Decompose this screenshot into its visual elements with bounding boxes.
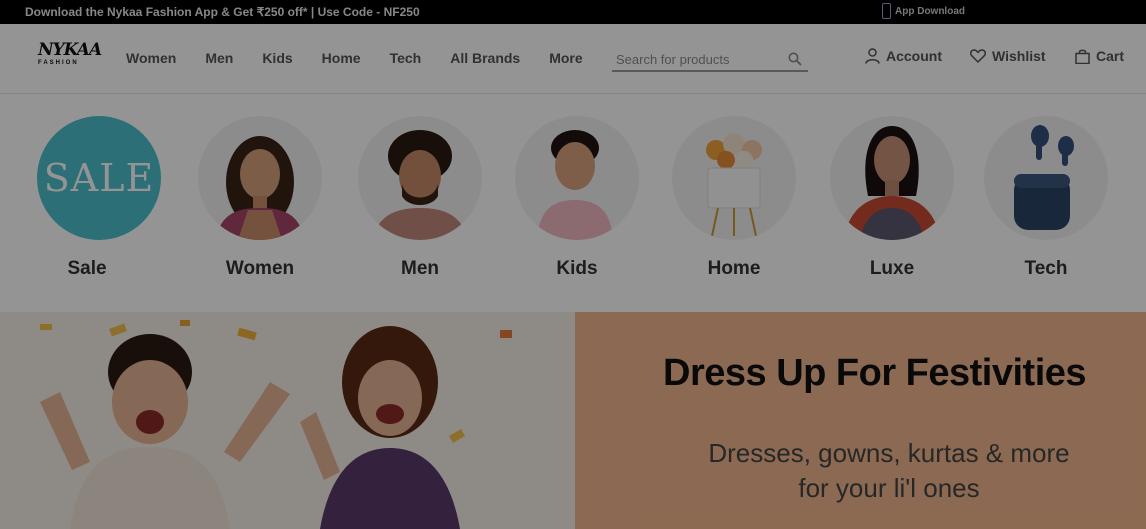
category-row: SALE Sale Women Men Kids Home Luxe Tech <box>0 94 1146 312</box>
nykaa-fashion-logo[interactable]: NYKAA FASHION <box>38 40 102 74</box>
nav-item-more[interactable]: More <box>549 50 582 66</box>
category-label: Luxe <box>869 258 915 279</box>
home-category-image <box>672 116 796 240</box>
kids-category-image <box>515 116 639 240</box>
category-label: Tech <box>1024 258 1068 279</box>
men-category-image <box>358 116 482 240</box>
category-tech[interactable]: Tech <box>984 116 1108 280</box>
category-luxe[interactable]: Luxe <box>830 116 954 280</box>
search-input[interactable] <box>616 49 776 69</box>
nav-item-tech[interactable]: Tech <box>390 50 422 66</box>
app-download-link[interactable]: App Download <box>882 3 965 19</box>
banner-kids-image <box>0 312 575 529</box>
category-men[interactable]: Men <box>358 116 482 280</box>
phone-icon <box>882 3 891 19</box>
luxe-category-image <box>830 116 954 240</box>
festive-banner[interactable]: Dress Up For Festivities Dresses, gowns,… <box>0 312 1146 529</box>
logo-subtext: FASHION <box>38 60 79 66</box>
category-label: Sale <box>67 258 107 279</box>
category-kids[interactable]: Kids <box>515 116 639 280</box>
user-icon <box>865 48 880 64</box>
app-download-label: App Download <box>895 5 965 17</box>
search-bar <box>612 46 808 72</box>
logo-wordmark: NYKAA <box>38 40 102 60</box>
account-button[interactable]: Account <box>865 48 942 64</box>
nav-item-women[interactable]: Women <box>126 50 176 66</box>
sale-circle-text: SALE <box>43 156 155 200</box>
shopping-bag-icon <box>1075 49 1090 64</box>
category-label: Men <box>401 258 439 279</box>
nav-item-kids[interactable]: Kids <box>262 50 292 66</box>
category-label: Kids <box>556 258 598 279</box>
heart-icon <box>970 49 986 63</box>
banner-title: Dress Up For Festivities <box>663 352 1087 394</box>
sale-circle-image: SALE <box>37 116 161 240</box>
promo-text[interactable]: Download the Nykaa Fashion App & Get ₹25… <box>25 5 420 19</box>
account-label: Account <box>886 48 942 64</box>
banner-subtitle-line2: for your li'l ones <box>798 473 980 503</box>
nav-item-all-brands[interactable]: All Brands <box>450 50 520 66</box>
tech-category-image <box>984 116 1108 240</box>
category-label: Home <box>707 258 761 279</box>
nav-item-men[interactable]: Men <box>205 50 233 66</box>
nav-item-home[interactable]: Home <box>322 50 361 66</box>
category-label: Women <box>225 258 295 279</box>
category-sale[interactable]: SALE Sale <box>37 116 161 280</box>
banner-subtitle: Dresses, gowns, kurtas & more for your l… <box>639 436 1139 506</box>
women-category-image <box>198 116 322 240</box>
main-nav: Women Men Kids Home Tech All Brands More <box>126 50 612 66</box>
promo-bar: Download the Nykaa Fashion App & Get ₹25… <box>0 0 1146 24</box>
page: Download the Nykaa Fashion App & Get ₹25… <box>0 0 1146 529</box>
cart-button[interactable]: Cart <box>1075 48 1124 64</box>
category-home[interactable]: Home <box>672 116 796 280</box>
wishlist-label: Wishlist <box>992 48 1046 64</box>
wishlist-button[interactable]: Wishlist <box>970 48 1046 64</box>
cart-label: Cart <box>1096 48 1125 64</box>
banner-subtitle-line1: Dresses, gowns, kurtas & more <box>708 438 1070 468</box>
site-header: NYKAA FASHION Women Men Kids Home Tech A… <box>0 24 1146 94</box>
category-women[interactable]: Women <box>198 116 322 280</box>
search-icon[interactable] <box>788 52 802 66</box>
